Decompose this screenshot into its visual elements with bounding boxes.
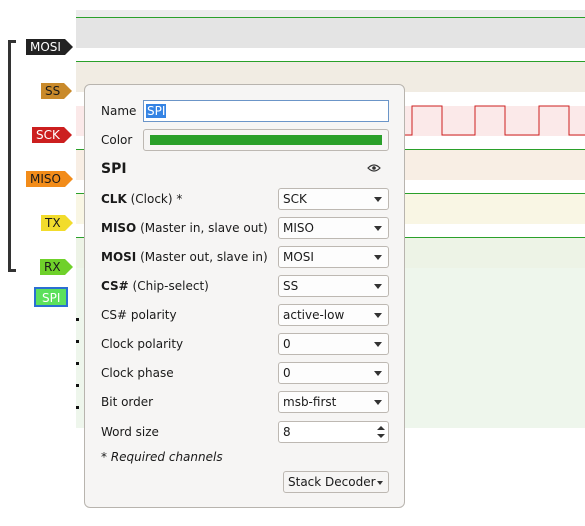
decoder-name-selected-text: SPI [146,104,167,118]
select-value: SCK [283,192,307,206]
chevron-down-icon [374,284,382,289]
channel-tag-mosi[interactable]: MOSI [26,39,73,55]
select-value: 0 [283,337,291,351]
channel-tag-label: MOSI [30,40,61,54]
annotation-marker [76,384,79,387]
signal-line [76,17,585,18]
field-label-bold: MISO [101,221,137,235]
cs-polarity-select[interactable]: active-low [278,304,389,326]
channel-tag-ss[interactable]: SS [41,83,73,99]
channel-tag-label: RX [44,260,61,274]
channel-tag-label: MISO [30,172,61,186]
field-label-rest: (Master in, slave out) [136,221,268,235]
cs-select[interactable]: SS [278,275,389,297]
decoder-tag-label: SPI [42,291,61,305]
field-label-clock-phase: Clock phase [101,366,174,380]
field-label-word-size: Word size [101,425,159,439]
chevron-down-icon [377,481,383,485]
field-label-rest: (Master out, slave in) [136,250,268,264]
field-label-rest: (Clock) * [126,192,183,206]
decoder-title: SPI [101,161,127,177]
select-value: MISO [283,221,314,235]
spin-down-icon[interactable] [377,434,385,438]
mosi-select[interactable]: MOSI [278,246,389,268]
channel-tag-tx[interactable]: TX [41,215,72,231]
field-label-rest: (Chip-select) [128,279,209,293]
select-value: 0 [283,366,291,380]
chevron-down-icon [374,255,382,260]
spin-up-icon[interactable] [377,426,385,430]
row-mosi [76,18,585,48]
clock-polarity-select[interactable]: 0 [278,333,389,355]
stack-decoder-button[interactable]: Stack Decoder [283,471,389,493]
select-value: MOSI [283,250,314,264]
eye-icon[interactable] [367,163,381,173]
channel-tag-rx[interactable]: RX [40,259,72,275]
field-label-bold: CLK [101,192,127,206]
word-size-spinbox[interactable]: 8 [278,421,389,443]
channel-tag-sck[interactable]: SCK [32,127,72,143]
signal-line [76,61,585,62]
select-value: msb-first [283,395,337,409]
field-label-bold: MOSI [101,250,137,264]
decoder-name-input[interactable]: SPI [143,100,389,122]
channel-tag-label: SS [45,84,61,98]
color-label: Color [101,133,133,147]
field-label-cs-polarity: CS# polarity [101,308,177,322]
chevron-down-icon [374,313,382,318]
field-label-cs: CS# (Chip-select) [101,279,209,293]
field-label-clock-polarity: Clock polarity [101,337,184,351]
field-label-bit-order: Bit order [101,395,154,409]
channel-tag-miso[interactable]: MISO [26,171,73,187]
chevron-down-icon [374,400,382,405]
channel-tag-label: SCK [36,128,60,142]
field-label-miso: MISO (Master in, slave out) [101,221,268,235]
stack-decoder-label: Stack Decoder [288,475,376,489]
chevron-down-icon [374,371,382,376]
clk-select[interactable]: SCK [278,188,389,210]
sck-waveform [405,105,585,136]
select-value: active-low [283,308,345,322]
annotation-marker [76,340,79,343]
chevron-down-icon [374,226,382,231]
decoder-properties-popup: Name SPI Color SPI CLK (Clock) * SCK MIS… [84,84,405,508]
field-label-mosi: MOSI (Master out, slave in) [101,250,268,264]
required-channels-note: * Required channels [101,450,223,464]
color-picker-button[interactable] [143,129,389,151]
chevron-down-icon [374,197,382,202]
clock-phase-select[interactable]: 0 [278,362,389,384]
color-swatch [150,135,382,145]
field-label-bold: CS# [101,279,129,293]
select-value: SS [283,279,299,293]
channel-tag-label: TX [45,216,61,230]
miso-select[interactable]: MISO [278,217,389,239]
channel-group-bracket [8,40,16,272]
name-label: Name [101,104,137,118]
annotation-marker [76,406,79,409]
decoder-tag-spi[interactable]: SPI [34,287,69,307]
field-label-clk: CLK (Clock) * [101,192,182,206]
chevron-down-icon [374,342,382,347]
annotation-marker [76,362,79,365]
annotation-marker [76,318,79,321]
spinbox-value: 8 [283,425,291,439]
bit-order-select[interactable]: msb-first [278,391,389,413]
